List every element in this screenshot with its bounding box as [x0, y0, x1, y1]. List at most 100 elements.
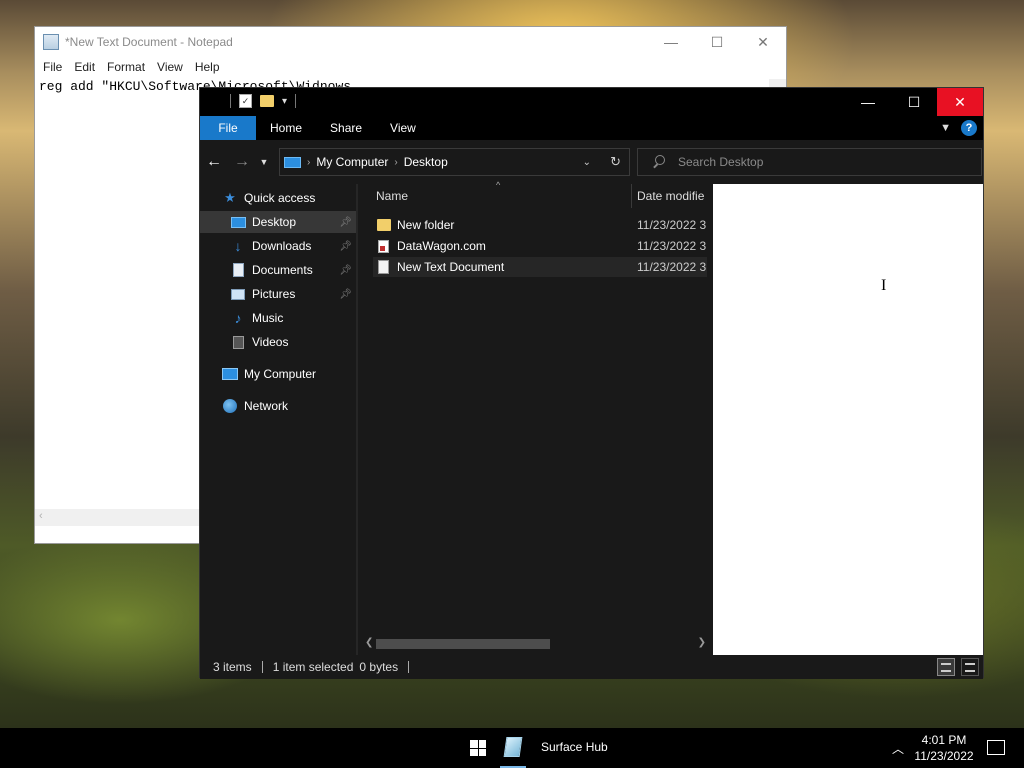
taskbar: Surface Hub ︿ 4:01 PM 11/23/2022	[0, 728, 1024, 768]
notepad-menu-file[interactable]: File	[37, 60, 68, 74]
taskbar-app-surface-hub[interactable]	[500, 728, 526, 768]
ribbon-tabs: File Home Share View ▼ ?	[200, 116, 983, 140]
notepad-close-button[interactable]: ✕	[740, 27, 786, 57]
surface-hub-icon	[503, 737, 523, 757]
customize-toolbar-chevron-icon[interactable]: ▾	[282, 96, 287, 107]
tab-file[interactable]: File	[200, 116, 256, 140]
status-bar: 3 items 1 item selected 0 bytes	[200, 655, 983, 679]
show-hidden-icons-chevron-icon[interactable]: ︿	[892, 740, 904, 757]
sidebar-item-downloads[interactable]: ↓ Downloads 📌︎	[230, 235, 356, 257]
scroll-right-icon[interactable]: ❯	[698, 637, 706, 648]
tab-home[interactable]: Home	[256, 116, 316, 140]
file-row-new-folder[interactable]: New folder 11/23/2022 3:	[373, 215, 707, 235]
sidebar-item-desktop[interactable]: Desktop 📌︎	[200, 211, 356, 233]
file-name: New Text Document	[397, 260, 505, 274]
file-date: 11/23/2022 3:	[637, 260, 707, 274]
clock-date: 11/23/2022	[914, 749, 974, 763]
notepad-icon	[43, 34, 59, 50]
file-date: 11/23/2022 3:	[637, 218, 707, 232]
address-bar[interactable]: › My Computer › Desktop ⌄ ↻	[279, 148, 630, 176]
file-row-datawagon[interactable]: DataWagon.com 11/23/2022 3:	[373, 236, 707, 256]
address-dropdown-chevron-icon[interactable]: ⌄	[583, 157, 591, 168]
notifications-icon[interactable]	[987, 740, 1005, 755]
taskbar-clock[interactable]: 4:01 PM 11/23/2022	[910, 732, 978, 764]
sidebar-item-network[interactable]: Network	[222, 395, 288, 417]
folder-icon	[377, 219, 391, 231]
column-header-date-modified[interactable]: Date modifie	[637, 184, 704, 208]
toolbar-divider	[295, 94, 297, 108]
file-name: DataWagon.com	[397, 239, 486, 253]
network-icon	[222, 398, 238, 414]
sidebar-item-label: Documents	[252, 263, 313, 277]
properties-icon[interactable]: ✓	[239, 94, 252, 108]
scroll-left-icon[interactable]: ❮	[365, 637, 373, 648]
pin-icon[interactable]: 📌︎	[339, 289, 352, 300]
sidebar-item-music[interactable]: ♪ Music	[230, 307, 284, 329]
recent-locations-chevron-icon[interactable]: ▼	[256, 157, 272, 167]
scrollbar-thumb[interactable]	[376, 639, 550, 649]
sidebar-item-label: Music	[252, 311, 284, 325]
file-row-new-text-document[interactable]: New Text Document 11/23/2022 3:	[373, 257, 707, 277]
document-icon	[230, 262, 246, 278]
notepad-menu-edit[interactable]: Edit	[68, 60, 101, 74]
refresh-icon[interactable]: ↻	[610, 154, 621, 170]
preview-pane: I	[713, 184, 983, 655]
pin-icon[interactable]: 📌︎	[339, 265, 352, 276]
scroll-left-icon[interactable]: ‹	[39, 510, 43, 522]
explorer-maximize-button[interactable]: ☐	[891, 88, 937, 116]
sidebar-item-label: Network	[244, 399, 289, 413]
breadcrumb-separator-icon[interactable]: ›	[388, 157, 403, 168]
expand-ribbon-chevron-icon[interactable]: ▼	[940, 122, 951, 134]
sidebar-item-videos[interactable]: Videos	[230, 331, 288, 353]
status-item-count: 3 items	[213, 660, 252, 674]
sidebar-item-label: Downloads	[252, 239, 312, 253]
app-icon	[378, 240, 389, 253]
explorer-titlebar[interactable]: ✓ ▾ — ☐ ✕	[200, 88, 983, 116]
computer-icon	[284, 156, 301, 168]
notepad-menu-help[interactable]: Help	[189, 60, 226, 74]
back-button[interactable]: ←	[200, 148, 228, 176]
details-view-button[interactable]	[937, 658, 955, 676]
notepad-menu-format[interactable]: Format	[101, 60, 151, 74]
notepad-minimize-button[interactable]: —	[648, 27, 694, 57]
explorer-minimize-button[interactable]: —	[845, 88, 891, 116]
quick-access-toolbar: ✓ ▾	[230, 94, 297, 108]
notepad-menu-view[interactable]: View	[151, 60, 189, 74]
taskbar-app-label[interactable]: Surface Hub	[541, 740, 608, 754]
forward-button[interactable]: →	[228, 148, 256, 176]
large-icons-view-button[interactable]	[961, 658, 979, 676]
explorer-window[interactable]: ✓ ▾ — ☐ ✕ File Home Share View ▼ ? ← → ▼…	[199, 87, 984, 679]
breadcrumb-separator-icon[interactable]: ›	[301, 157, 316, 168]
breadcrumb-my-computer[interactable]: My Computer	[316, 155, 388, 169]
column-header-name[interactable]: Name	[376, 184, 408, 208]
breadcrumb-desktop[interactable]: Desktop	[404, 155, 448, 169]
help-icon[interactable]: ?	[961, 120, 977, 136]
search-box[interactable]: Search Desktop	[637, 148, 982, 176]
notepad-titlebar[interactable]: *New Text Document - Notepad — ☐ ✕	[35, 27, 786, 57]
video-icon	[230, 334, 246, 350]
start-button[interactable]	[462, 728, 494, 768]
toolbar-divider	[230, 94, 231, 108]
explorer-close-button[interactable]: ✕	[937, 88, 983, 116]
sidebar-item-pictures[interactable]: Pictures 📌︎	[230, 283, 356, 305]
notepad-maximize-button[interactable]: ☐	[694, 27, 740, 57]
text-file-icon	[378, 260, 389, 274]
search-placeholder: Search Desktop	[678, 155, 764, 169]
sidebar-item-label: Pictures	[252, 287, 296, 301]
notepad-title: *New Text Document - Notepad	[65, 35, 233, 49]
status-selected-count: 1 item selected	[272, 660, 354, 674]
tab-share[interactable]: Share	[316, 116, 376, 140]
sidebar-item-label: My Computer	[244, 367, 317, 381]
new-folder-icon[interactable]	[260, 95, 274, 107]
file-list-horizontal-scrollbar[interactable]: ❮ ❯	[358, 635, 713, 652]
sidebar-item-my-computer[interactable]: My Computer	[222, 363, 316, 385]
tab-view[interactable]: View	[376, 116, 430, 140]
sidebar-item-documents[interactable]: Documents 📌︎	[230, 259, 356, 281]
pictures-icon	[230, 286, 246, 302]
pin-icon[interactable]: 📌︎	[339, 217, 352, 228]
desktop-icon	[230, 214, 246, 230]
pin-icon[interactable]: 📌︎	[339, 241, 352, 252]
column-divider[interactable]	[631, 184, 632, 208]
sort-ascending-icon: ^	[496, 180, 501, 190]
sidebar-item-quick-access[interactable]: ★ Quick access	[222, 187, 315, 209]
